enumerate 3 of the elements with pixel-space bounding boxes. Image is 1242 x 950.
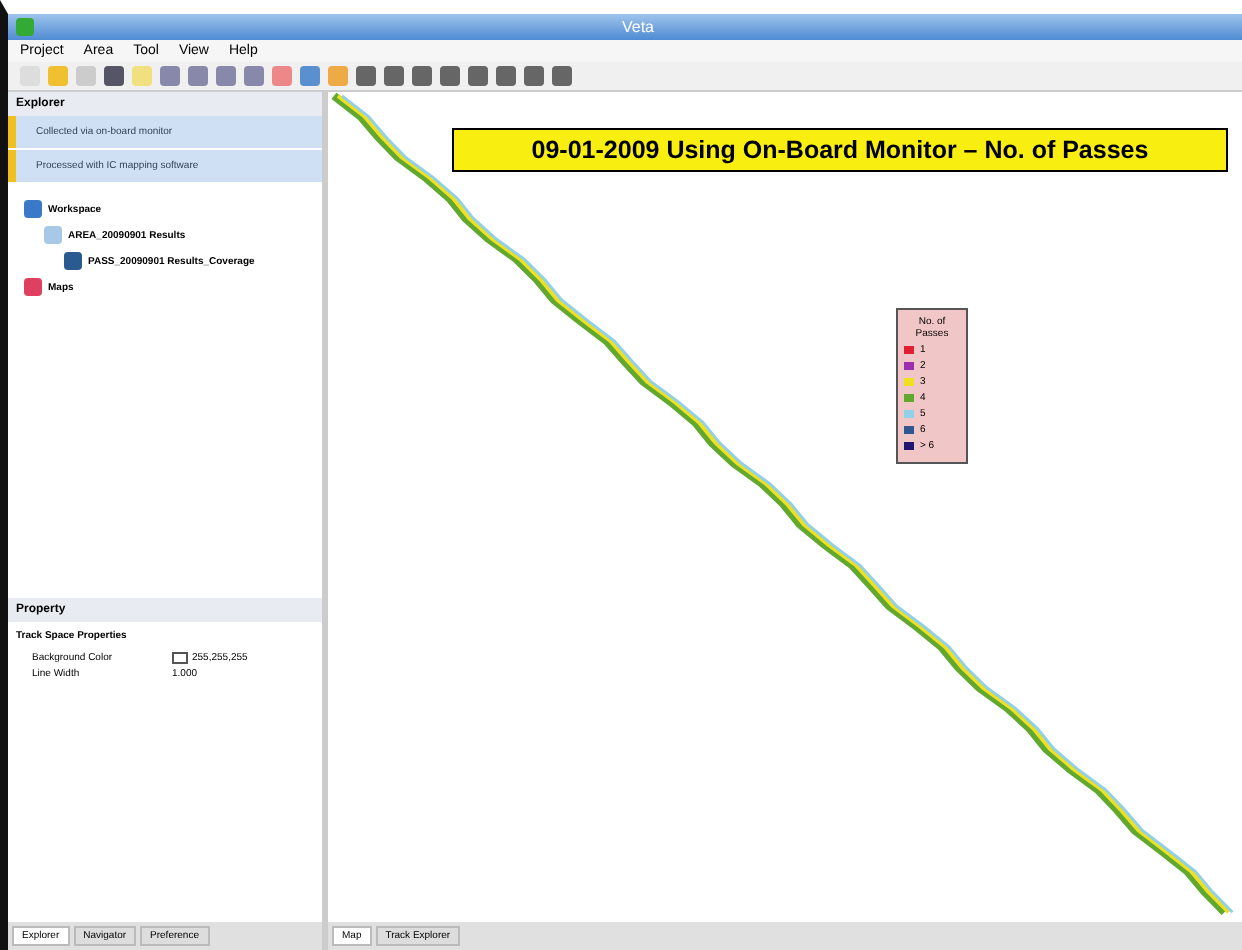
map-title: 09-01-2009 Using On-Board Monitor – No. of Passes [452,128,1228,172]
window-title: Veta [619,18,656,36]
color-swatch[interactable] [172,652,188,664]
